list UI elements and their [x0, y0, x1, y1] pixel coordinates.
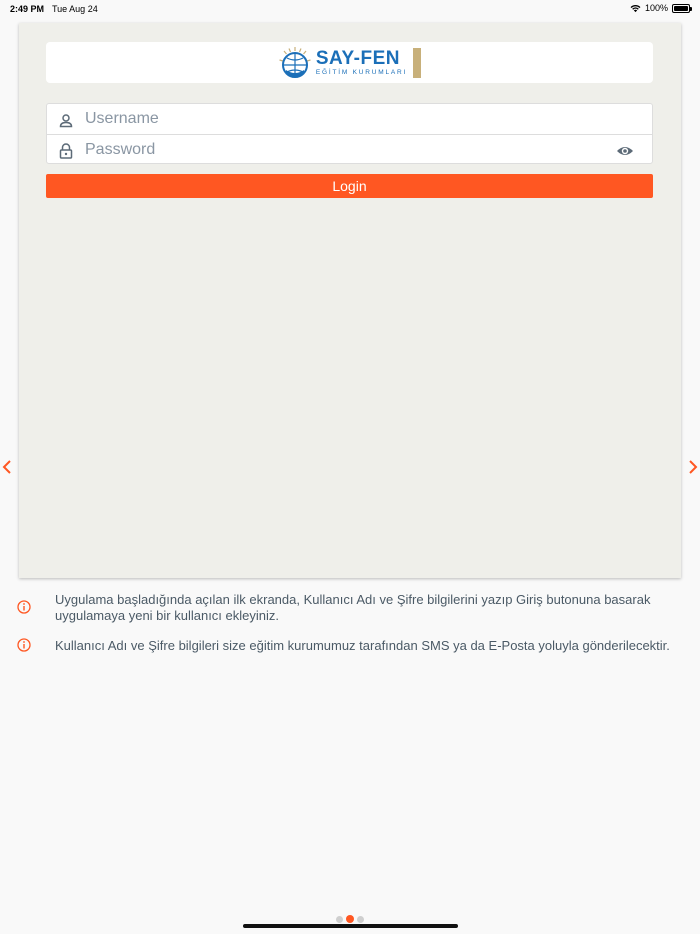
logo-text: SAY-FEN EĞİTİM KURUMLARI: [316, 49, 407, 77]
battery-icon: [672, 3, 692, 13]
status-bar: 2:49 PM Tue Aug 24 100%: [0, 0, 700, 18]
status-right: 100%: [630, 3, 692, 13]
status-date: Tue Aug 24: [52, 4, 98, 14]
eye-icon[interactable]: [616, 144, 634, 158]
username-input[interactable]: [85, 104, 605, 134]
home-indicator: [243, 924, 458, 928]
wifi-icon: [630, 4, 641, 12]
info-text: Kullanıcı Adı ve Şifre bilgileri size eğ…: [55, 638, 670, 653]
logo-main-text: SAY-FEN: [315, 47, 400, 69]
battery-percent: 100%: [644, 3, 668, 13]
logo-banner: SAY-FEN EĞİTİM KURUMLARI: [46, 42, 653, 83]
username-row: [47, 104, 652, 134]
page-dot[interactable]: [336, 915, 343, 923]
info-text: Uygulama başladığında açılan ilk ekranda…: [55, 592, 651, 623]
chevron-left-icon[interactable]: [2, 459, 12, 475]
status-time: 2:49 PM: [10, 4, 45, 14]
login-card: SAY-FEN EĞİTİM KURUMLARI Username Login: [19, 23, 681, 578]
globe-logo-icon: [279, 46, 311, 78]
page-dot-active[interactable]: [346, 915, 354, 923]
info-item: Uygulama başladığında açılan ilk ekranda…: [0, 592, 700, 624]
user-icon: [59, 114, 73, 128]
info-icon: [17, 638, 31, 652]
login-form: [46, 103, 653, 165]
sayfen-logo: SAY-FEN EĞİTİM KURUMLARI: [278, 46, 422, 80]
chevron-right-icon[interactable]: [688, 459, 698, 475]
logo-tag: [413, 47, 422, 78]
info-icon: [17, 600, 31, 614]
password-input[interactable]: [85, 135, 605, 165]
login-button[interactable]: Login: [46, 174, 653, 198]
info-list: Uygulama başladığında açılan ilk ekranda…: [0, 592, 700, 654]
info-item: Kullanıcı Adı ve Şifre bilgileri size eğ…: [0, 638, 700, 654]
page-dot[interactable]: [357, 915, 364, 923]
logo-sub-text: EĞİTİM KURUMLARI: [315, 68, 408, 76]
password-row: [47, 134, 652, 165]
lock-icon: [59, 143, 73, 159]
page-indicator: [336, 915, 364, 923]
